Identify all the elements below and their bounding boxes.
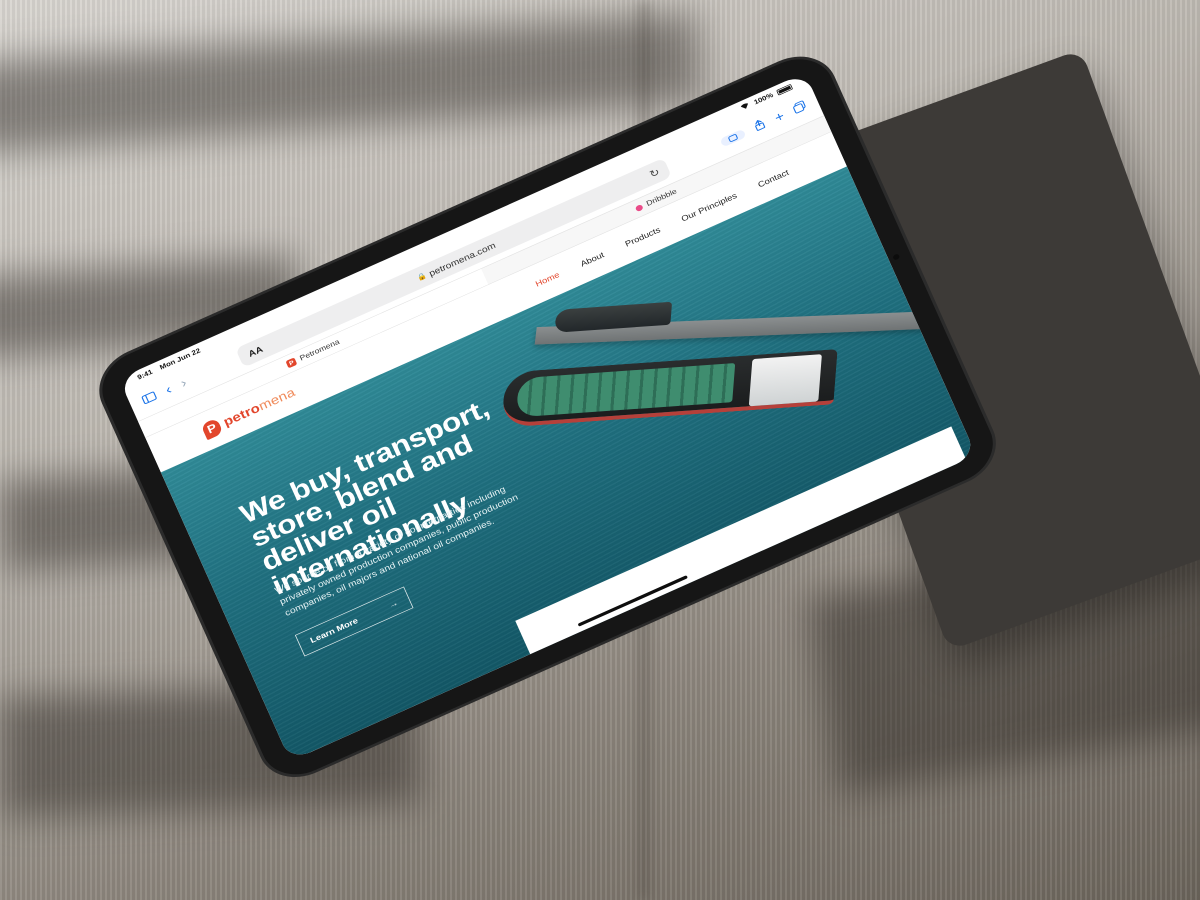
sidebar-icon[interactable]	[140, 390, 158, 408]
window-shadow	[0, 12, 703, 158]
text-size-button[interactable]: AA	[247, 344, 265, 359]
back-icon[interactable]: ‹	[163, 382, 174, 397]
reload-icon[interactable]: ↻	[648, 166, 662, 180]
tanker-bridge	[748, 354, 822, 407]
add-tab-icon[interactable]: +	[772, 109, 786, 126]
logo-mark: P	[200, 417, 224, 441]
nav-contact[interactable]: Contact	[756, 168, 790, 190]
lock-icon: 🔒	[415, 271, 428, 283]
tabs-icon[interactable]	[791, 100, 808, 117]
nav-products[interactable]: Products	[624, 225, 662, 249]
dribbble-favicon	[634, 203, 644, 212]
arrow-right-icon: →	[387, 597, 400, 611]
tab-group-pill[interactable]	[719, 128, 747, 148]
forward-icon[interactable]: ›	[178, 376, 189, 391]
logo-text-petro: petro	[221, 401, 263, 430]
share-icon[interactable]	[752, 118, 768, 134]
camera	[892, 253, 901, 261]
wifi-icon	[739, 101, 751, 113]
nav-about[interactable]: About	[579, 250, 606, 268]
nav-home[interactable]: Home	[534, 270, 561, 289]
logo-text-mena: mena	[256, 385, 298, 414]
petromena-favicon: P	[285, 357, 298, 369]
background-scene: 9:41 Mon Jun 22 100% ‹ › AA 🔒 petromena.…	[0, 0, 1200, 900]
